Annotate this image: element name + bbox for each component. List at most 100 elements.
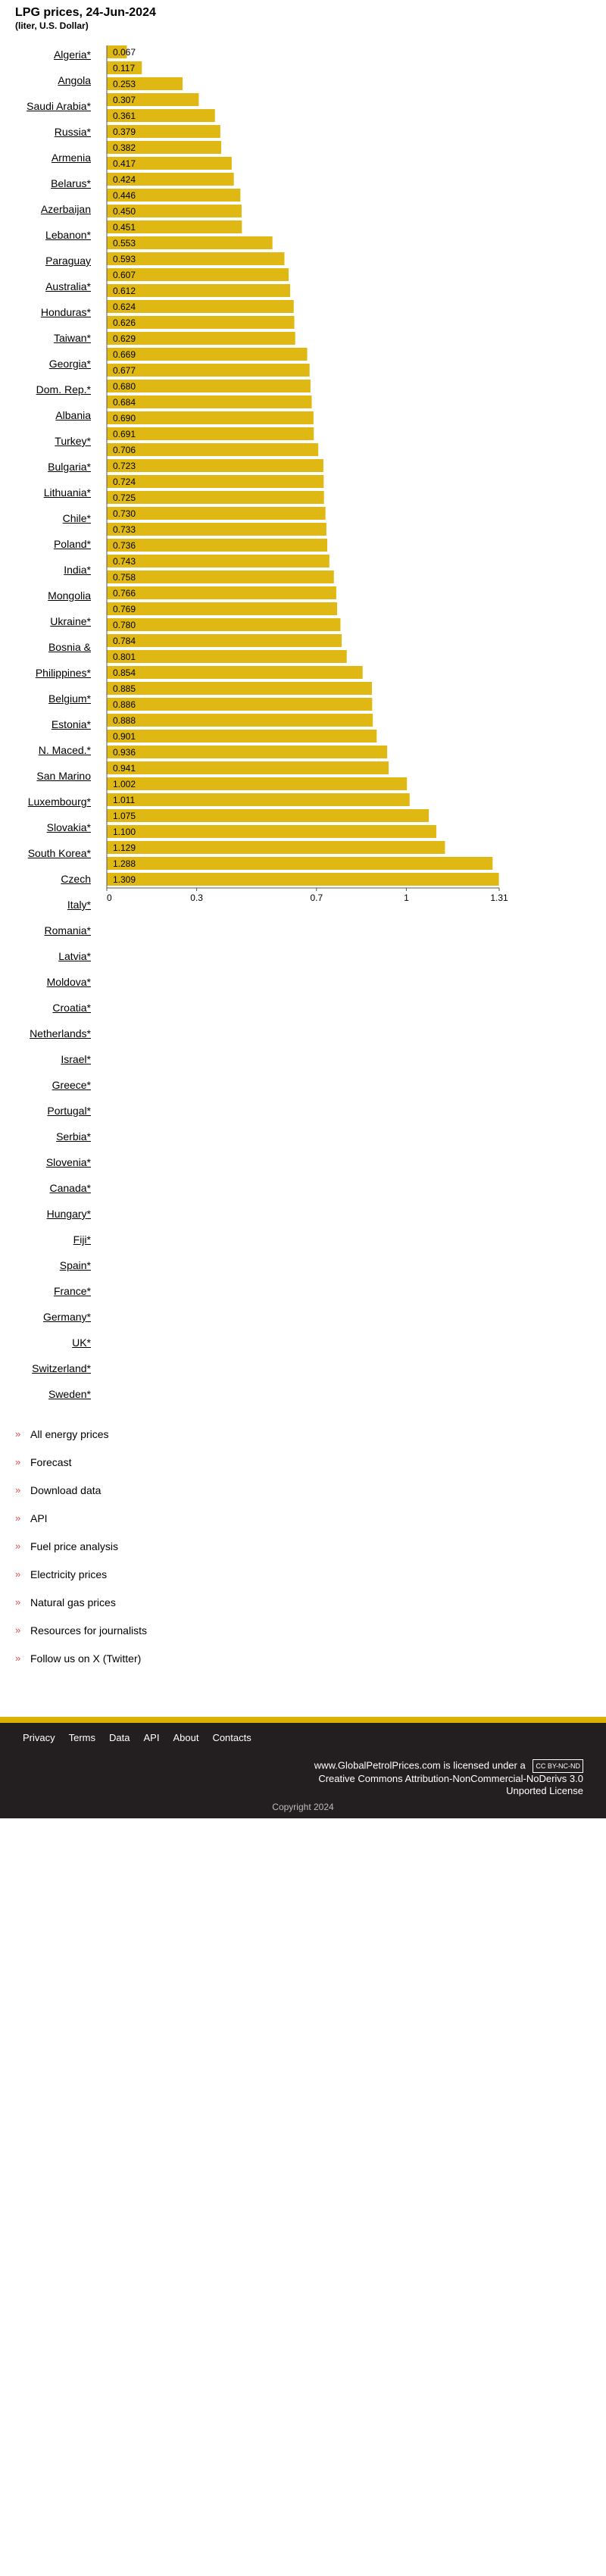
chevron-right-icon: »	[15, 1484, 21, 1496]
bar-value-label: 0.669	[113, 349, 136, 360]
country-link[interactable]: Israel*	[61, 1053, 91, 1065]
menu-item[interactable]: » Electricity prices	[15, 1568, 147, 1596]
bar-value-label: 0.684	[113, 397, 136, 408]
chevron-right-icon: »	[15, 1568, 21, 1580]
bar-value-label: 0.361	[113, 111, 136, 121]
bar	[107, 507, 326, 520]
bar	[107, 348, 308, 361]
bar	[107, 443, 319, 456]
nav-menu: » All energy prices » Forecast » Download dat…	[15, 1428, 147, 1680]
bar	[107, 777, 408, 790]
bar-value-label: 0.379	[113, 127, 136, 137]
bar-value-label: 0.424	[113, 174, 136, 185]
bar-value-label: 0.067	[113, 47, 136, 58]
bar-value-label: 0.450	[113, 206, 136, 217]
bar-value-label: 0.117	[113, 63, 135, 73]
menu-item[interactable]: » All energy prices	[15, 1428, 147, 1456]
menu-item[interactable]: » Download data	[15, 1484, 147, 1512]
bar-value-label: 0.593	[113, 254, 136, 264]
bar	[107, 682, 372, 695]
chevron-right-icon: »	[15, 1540, 21, 1552]
bar	[107, 427, 314, 440]
bar-value-label: 0.706	[113, 445, 136, 455]
bar-value-label: 1.129	[113, 843, 136, 853]
chevron-right-icon: »	[15, 1456, 21, 1468]
bar-value-label: 0.854	[113, 667, 136, 678]
bar-value-label: 1.002	[113, 779, 136, 789]
bar	[107, 634, 342, 647]
country-link[interactable]: Sweden*	[48, 1388, 91, 1400]
chevron-right-icon: »	[15, 1624, 21, 1636]
bar-value-label: 0.780	[113, 620, 136, 630]
bar-value-label: 0.626	[113, 317, 136, 328]
menu-item-label: Natural gas prices	[30, 1596, 116, 1608]
menu-item-label: Download data	[30, 1484, 102, 1496]
bar	[107, 730, 377, 742]
bar	[107, 586, 336, 599]
footer-link[interactable]: Privacy	[23, 1732, 55, 1743]
country-link[interactable]: Fiji*	[73, 1233, 91, 1246]
cc-license-icon[interactable]: CC BY-NC-ND	[533, 1759, 583, 1773]
lpg-price-bar-chart: 0.067 0.117 0.253 0.307 0.361 0.379 0.382 0.417…	[106, 45, 508, 903]
bar-value-label: 0.382	[113, 142, 136, 153]
country-link[interactable]: Hungary*	[47, 1208, 91, 1220]
country-link[interactable]: Germany*	[43, 1311, 91, 1323]
bar	[107, 395, 312, 408]
country-link[interactable]: Slovenia*	[46, 1156, 91, 1168]
bar	[107, 698, 373, 711]
country-link[interactable]: UK*	[72, 1336, 91, 1349]
bar	[107, 714, 373, 727]
country-link[interactable]: Netherlands*	[30, 1027, 91, 1039]
country-link[interactable]: Greece*	[52, 1079, 91, 1091]
copyright: Copyright 2024	[272, 1802, 334, 1812]
footer-link[interactable]: Contacts	[212, 1732, 251, 1743]
footer-link[interactable]: API	[143, 1732, 159, 1743]
country-link[interactable]: Spain*	[60, 1259, 91, 1271]
bar	[107, 602, 338, 615]
country-link[interactable]: Switzerland*	[32, 1362, 91, 1374]
bar-value-label: 0.723	[113, 461, 136, 471]
x-tick-label: 0	[107, 893, 112, 903]
menu-item-label: API	[30, 1512, 48, 1524]
bar-value-label: 0.936	[113, 747, 136, 758]
bar	[107, 825, 436, 838]
country-link[interactable]: Canada*	[50, 1182, 92, 1194]
bar	[107, 650, 347, 663]
menu-item[interactable]: » Forecast	[15, 1456, 147, 1484]
chevron-right-icon: »	[15, 1652, 21, 1664]
bar	[107, 873, 499, 886]
bar-value-label: 0.624	[113, 302, 136, 312]
country-link[interactable]: Croatia*	[52, 1002, 91, 1014]
menu-item[interactable]: » API	[15, 1512, 147, 1540]
bar-value-label: 0.690	[113, 413, 136, 424]
bar	[107, 459, 323, 472]
x-tick-label: 1.31	[490, 893, 508, 903]
bar-value-label: 0.886	[113, 699, 136, 710]
bar	[107, 555, 330, 567]
bar-value-label: 0.307	[113, 95, 136, 105]
menu-item[interactable]: » Resources for journalists	[15, 1624, 147, 1652]
footer-link[interactable]: About	[173, 1732, 198, 1743]
bar-value-label: 1.075	[113, 811, 136, 821]
country-link[interactable]: Portugal*	[47, 1105, 91, 1117]
bar	[107, 475, 324, 488]
country-link[interactable]: Moldova*	[47, 976, 91, 988]
bar-value-label: 0.417	[113, 158, 136, 169]
x-tick-label: 1	[404, 893, 409, 903]
bar-value-label: 1.011	[113, 795, 135, 805]
country-link[interactable]: Latvia*	[58, 950, 91, 962]
bar-value-label: 0.901	[113, 731, 136, 742]
country-link[interactable]: Romania*	[45, 924, 91, 936]
menu-item[interactable]: » Fuel price analysis	[15, 1540, 147, 1568]
country-link[interactable]: Serbia*	[56, 1130, 91, 1143]
country-link[interactable]: France*	[54, 1285, 91, 1297]
bar-value-label: 0.607	[113, 270, 136, 280]
bar	[107, 523, 326, 536]
bar-value-label: 0.612	[113, 286, 136, 296]
footer-link[interactable]: Terms	[69, 1732, 95, 1743]
footer-link[interactable]: Data	[109, 1732, 130, 1743]
menu-item-label: All energy prices	[30, 1428, 109, 1440]
license-line3: Unported License	[506, 1785, 583, 1796]
menu-item[interactable]: » Natural gas prices	[15, 1596, 147, 1624]
menu-item[interactable]: » Follow us on X (Twitter)	[15, 1652, 147, 1680]
